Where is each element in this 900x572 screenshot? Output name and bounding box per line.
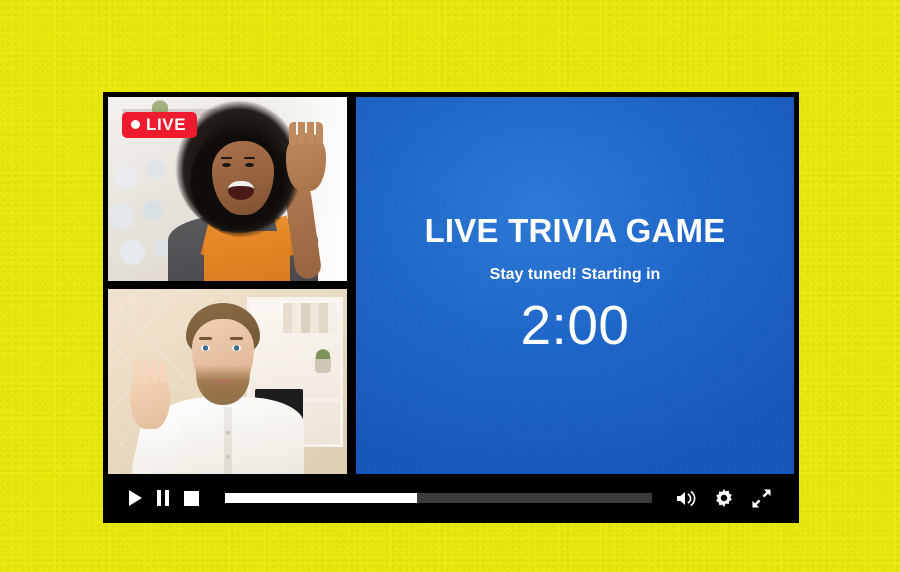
fullscreen-icon bbox=[752, 489, 771, 508]
woman-background-plant bbox=[152, 99, 168, 113]
woman-waving-hand bbox=[286, 122, 326, 191]
stage-title: LIVE TRIVIA GAME bbox=[424, 211, 726, 249]
man-video-feed bbox=[108, 289, 347, 474]
stage-subtitle: Stay tuned! Starting in bbox=[489, 265, 661, 283]
main-presentation-stage[interactable]: LIVE TRIVIA GAME Stay tuned! Starting in… bbox=[356, 97, 794, 474]
live-badge-label: LIVE bbox=[146, 115, 187, 134]
pause-button[interactable] bbox=[157, 490, 169, 507]
gear-icon bbox=[716, 489, 732, 508]
fullscreen-button[interactable] bbox=[752, 489, 771, 508]
play-button[interactable] bbox=[129, 490, 142, 507]
participant-tile-woman[interactable]: LIVE bbox=[108, 97, 347, 282]
woman-eyebrow-left bbox=[221, 157, 232, 159]
playback-controls bbox=[129, 490, 199, 507]
progress-fill bbox=[225, 493, 418, 504]
video-player-window: LIVE LIVE TRIVIA GAME Stay tuned! Starti… bbox=[103, 92, 799, 523]
settings-button[interactable] bbox=[715, 489, 733, 508]
countdown-timer: 2:00 bbox=[520, 293, 630, 356]
player-control-bar bbox=[108, 473, 794, 523]
participant-video-column: LIVE bbox=[108, 97, 347, 474]
live-dot-icon bbox=[131, 120, 140, 129]
woman-overalls bbox=[204, 231, 290, 282]
stop-icon bbox=[184, 490, 199, 506]
man-eyebrow-right bbox=[230, 337, 243, 341]
man-background-plant bbox=[315, 348, 331, 374]
progress-track[interactable] bbox=[225, 493, 652, 504]
woman-eyebrow-right bbox=[244, 157, 255, 159]
participant-tile-man[interactable] bbox=[108, 289, 347, 474]
volume-button[interactable] bbox=[676, 490, 696, 507]
live-badge: LIVE bbox=[122, 112, 198, 138]
stage-content: LIVE TRIVIA GAME Stay tuned! Starting in… bbox=[424, 211, 726, 356]
progress-bar[interactable] bbox=[225, 493, 652, 504]
woman-eye-left bbox=[222, 163, 231, 167]
man-shirt-placket bbox=[224, 407, 232, 474]
play-icon bbox=[129, 490, 142, 507]
man-waving-hand bbox=[130, 361, 170, 430]
stop-button[interactable] bbox=[184, 490, 199, 506]
man-background-binders bbox=[283, 303, 337, 334]
woman-eye-right bbox=[245, 163, 254, 167]
volume-icon bbox=[677, 490, 696, 506]
woman-mouth bbox=[228, 181, 254, 200]
pause-icon bbox=[157, 490, 169, 507]
man-eyebrow-left bbox=[199, 337, 212, 341]
player-options bbox=[676, 489, 771, 508]
player-stage: LIVE LIVE TRIVIA GAME Stay tuned! Starti… bbox=[108, 97, 794, 474]
